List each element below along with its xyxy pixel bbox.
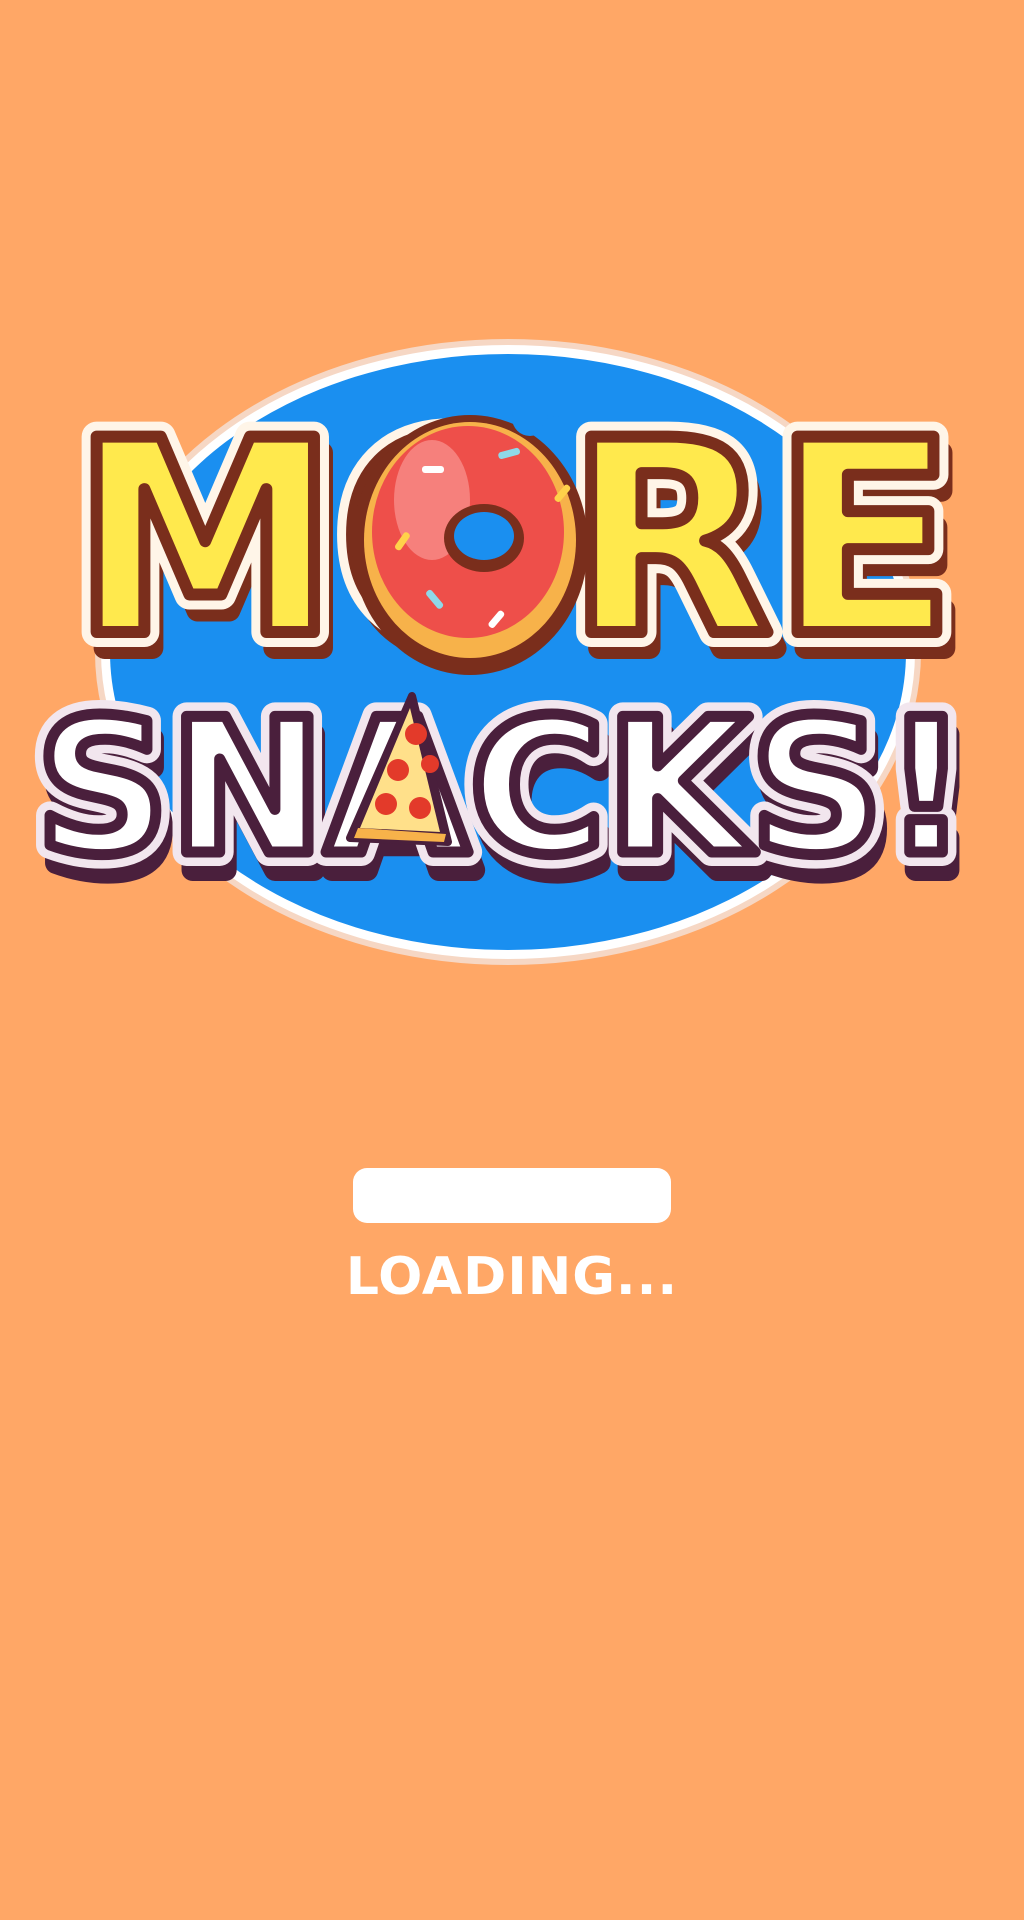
game-logo: MORE MORE MORE SNACKS! SNACKS! SNACKS! (22, 339, 986, 965)
loading-label: LOADING... (345, 1247, 679, 1307)
loading-progress-bar (353, 1168, 671, 1223)
logo-line2: SNACKS! (36, 679, 969, 896)
logo-title-snacks: SNACKS! SNACKS! SNACKS! (22, 665, 986, 925)
